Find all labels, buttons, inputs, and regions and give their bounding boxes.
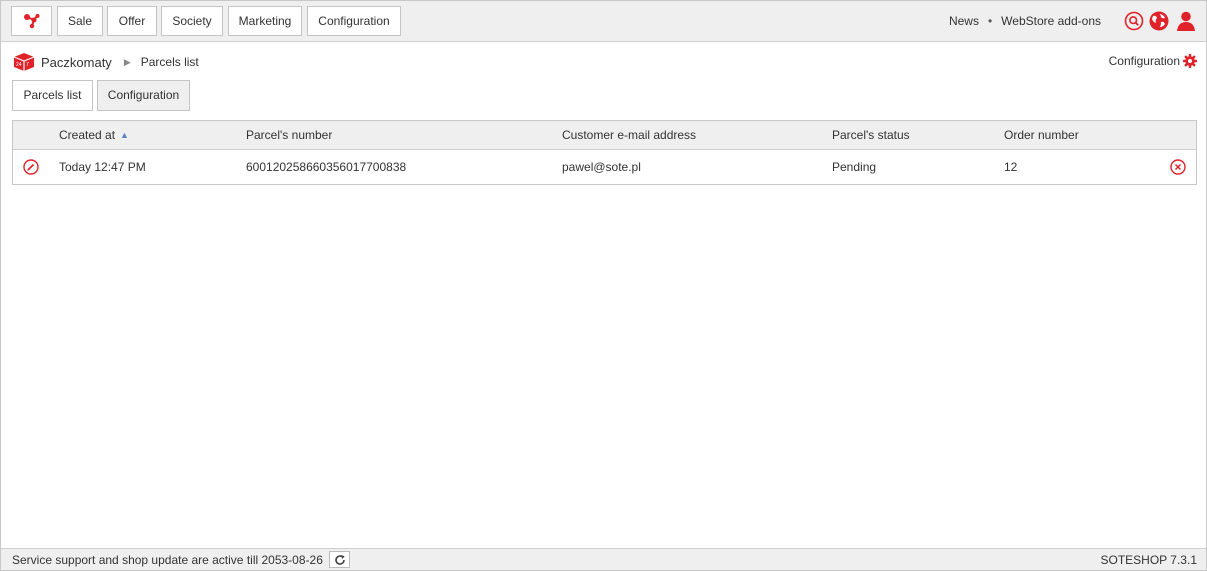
- delete-row-button[interactable]: [1170, 150, 1186, 184]
- column-header-parcel-number[interactable]: Parcel's number: [246, 121, 332, 149]
- column-label: Created at: [59, 128, 116, 142]
- table-header: Created at ▲ Parcel's number Customer e-…: [13, 121, 1196, 150]
- breadcrumb-separator: ▶: [123, 56, 131, 67]
- cell-created-at: Today 12:47 PM: [59, 160, 146, 174]
- sort-ascending-icon: ▲: [120, 130, 129, 140]
- nav-marketing-button[interactable]: Marketing: [228, 6, 302, 36]
- table-row: Today 12:47 PM 600120258660356017700838 …: [13, 150, 1196, 184]
- cell-parcel-status: Pending: [832, 160, 877, 174]
- tab-parcels-list[interactable]: Parcels list: [12, 80, 93, 111]
- software-version: SOTESHOP 7.3.1: [1100, 553, 1198, 567]
- network-logo-icon: [23, 14, 39, 29]
- cell-parcel-number: 600120258660356017700838: [246, 160, 407, 174]
- refresh-button[interactable]: [329, 551, 350, 568]
- nav-configuration-button[interactable]: Configuration: [307, 6, 401, 36]
- cell-customer-email: pawel@sote.pl: [562, 160, 641, 174]
- column-header-parcel-status[interactable]: Parcel's status: [832, 121, 910, 149]
- delete-x-icon: [1170, 159, 1186, 175]
- breadcrumb-current: Parcels list: [140, 55, 199, 69]
- paczkomaty-module-icon: 24 7: [13, 53, 35, 71]
- column-header-order-number[interactable]: Order number: [1004, 121, 1079, 149]
- column-header-customer-email[interactable]: Customer e-mail address: [562, 121, 696, 149]
- svg-text:24: 24: [16, 62, 22, 68]
- status-footer: Service support and shop update are acti…: [1, 548, 1206, 570]
- gear-icon: [1183, 54, 1197, 68]
- home-logo-button[interactable]: [11, 6, 52, 36]
- links-separator: •: [987, 14, 993, 28]
- parcels-table: Created at ▲ Parcel's number Customer e-…: [12, 120, 1197, 185]
- nav-offer-button[interactable]: Offer: [107, 6, 157, 36]
- nav-society-button[interactable]: Society: [161, 6, 223, 36]
- refresh-icon: [334, 554, 345, 565]
- cell-order-number: 12: [1004, 160, 1018, 174]
- webstore-addons-link[interactable]: WebStore add-ons: [1001, 14, 1101, 28]
- column-header-created-at[interactable]: Created at ▲: [59, 121, 129, 149]
- module-configuration-link[interactable]: Configuration: [1109, 54, 1197, 68]
- user-account-icon[interactable]: [1176, 11, 1196, 31]
- support-status-text: Service support and shop update are acti…: [12, 553, 323, 567]
- search-icon[interactable]: [1124, 11, 1144, 31]
- news-link[interactable]: News: [949, 14, 979, 28]
- tab-configuration[interactable]: Configuration: [97, 80, 190, 111]
- top-links: News • WebStore add-ons: [949, 14, 1101, 28]
- configuration-link-label: Configuration: [1108, 54, 1180, 68]
- edit-row-button[interactable]: [23, 150, 39, 184]
- globe-icon[interactable]: [1149, 11, 1169, 31]
- edit-pencil-icon: [23, 159, 39, 175]
- breadcrumb: 24 7 Paczkomaty ▶ Parcels list: [13, 52, 199, 72]
- top-navigation-bar: Sale Offer Society Marketing Configurati…: [1, 1, 1206, 42]
- breadcrumb-module[interactable]: Paczkomaty: [41, 55, 112, 70]
- nav-sale-button[interactable]: Sale: [57, 6, 103, 36]
- svg-text:7: 7: [26, 62, 29, 68]
